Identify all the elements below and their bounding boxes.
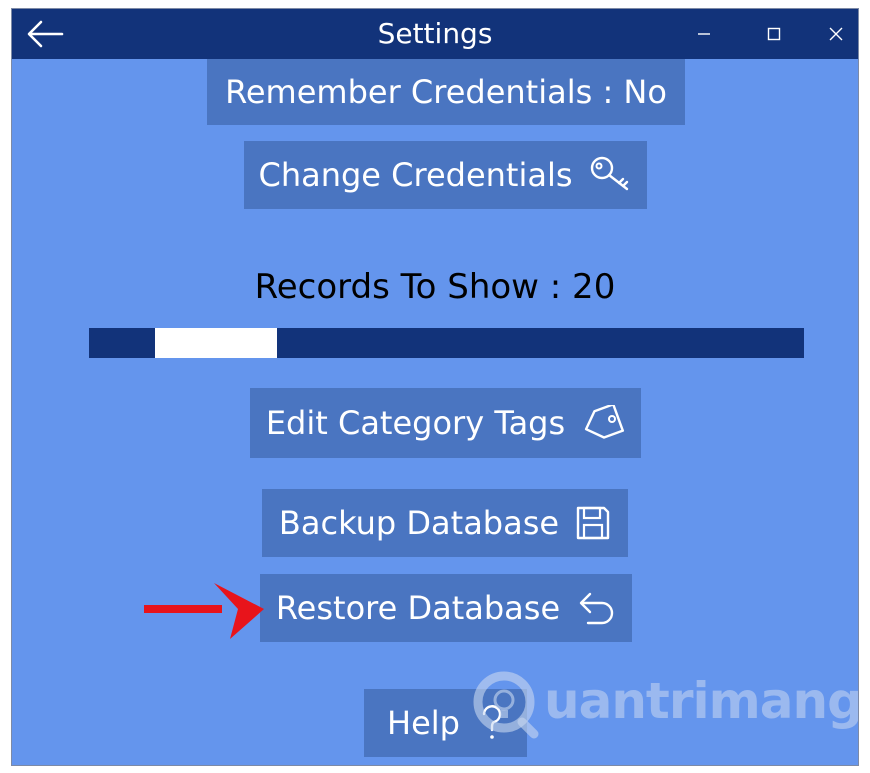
records-to-show-label: Records To Show : 20 (254, 267, 616, 307)
screenshot-frame: Settings Remember Credentials : No Chang… (0, 0, 870, 773)
title-bar: Settings (12, 9, 858, 59)
remember-credentials-label: Remember Credentials : No (225, 73, 667, 111)
records-slider-thumb[interactable] (155, 328, 277, 358)
restore-database-button[interactable]: Restore Database (260, 574, 632, 642)
backup-database-button[interactable]: Backup Database (262, 489, 628, 557)
back-button[interactable] (22, 14, 68, 54)
back-arrow-icon (27, 20, 64, 48)
key-icon (590, 156, 628, 191)
close-icon (829, 27, 843, 41)
save-icon (576, 506, 610, 540)
maximize-button[interactable] (744, 9, 804, 59)
close-button[interactable] (806, 9, 858, 59)
remember-credentials-button[interactable]: Remember Credentials : No (207, 59, 685, 125)
change-credentials-button[interactable]: Change Credentials (244, 141, 647, 209)
edit-category-tags-label: Edit Category Tags (265, 404, 566, 442)
minimize-button[interactable] (674, 9, 734, 59)
tag-icon (585, 405, 625, 439)
question-icon (482, 705, 502, 739)
backup-database-label: Backup Database (278, 504, 560, 542)
records-slider[interactable] (89, 328, 804, 358)
help-label: Help (387, 704, 460, 742)
change-credentials-label: Change Credentials (258, 156, 573, 194)
edit-category-tags-button[interactable]: Edit Category Tags (250, 388, 641, 458)
restore-database-label: Restore Database (275, 589, 561, 627)
watermark-text: uantrimang (544, 672, 859, 730)
minimize-icon (698, 33, 710, 35)
undo-icon (579, 592, 614, 625)
settings-window: Settings Remember Credentials : No Chang… (11, 8, 859, 766)
help-button[interactable]: Help (364, 689, 527, 757)
maximize-icon (767, 27, 781, 41)
